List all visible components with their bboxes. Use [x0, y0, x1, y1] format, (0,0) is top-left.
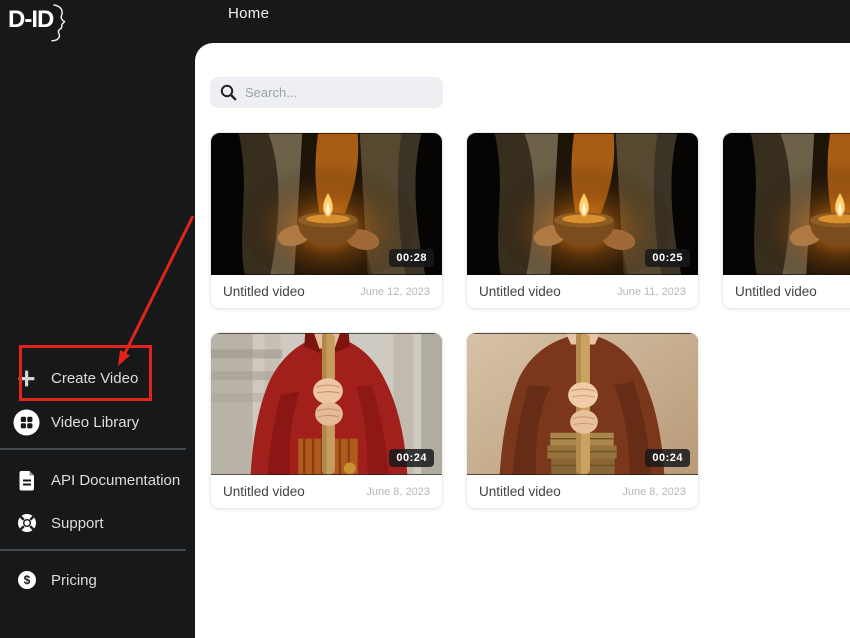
sidebar-item-label: Pricing	[51, 572, 97, 589]
video-title: Untitled video	[735, 284, 817, 299]
duration-badge: 00:24	[389, 449, 434, 467]
sidebar-item-create-video[interactable]: Create Video	[0, 359, 193, 397]
search-box[interactable]	[210, 77, 443, 108]
video-date: June 11, 2023	[617, 286, 686, 298]
sidebar-divider	[0, 549, 186, 551]
duration-badge: 00:28	[389, 249, 434, 267]
video-date: June 8, 2023	[366, 486, 430, 498]
video-card[interactable]: 00:24 Untitled video June 8, 2023	[466, 332, 699, 509]
sidebar: Create Video Video Library API Documenta…	[0, 0, 193, 638]
video-date: June 12, 2023	[360, 286, 430, 298]
sidebar-item-support[interactable]: Support	[0, 504, 193, 542]
sidebar-item-label: Video Library	[51, 414, 139, 431]
main-content-panel: 00:28 Untitled video June 12, 2023 00:25…	[195, 43, 850, 638]
video-card-footer: Untitled video June 8, 2023	[467, 475, 698, 508]
video-thumbnail: 00:24	[211, 333, 442, 475]
sidebar-item-label: API Documentation	[51, 472, 180, 489]
video-card[interactable]: Untitled video	[722, 132, 850, 309]
sidebar-item-pricing[interactable]: $ Pricing	[0, 561, 193, 599]
video-title: Untitled video	[479, 284, 561, 299]
video-card-footer: Untitled video June 11, 2023	[467, 275, 698, 308]
svg-text:$: $	[23, 573, 30, 587]
sidebar-item-api-documentation[interactable]: API Documentation	[0, 461, 193, 499]
document-icon	[13, 470, 40, 491]
video-card[interactable]: 00:28 Untitled video June 12, 2023	[210, 132, 443, 309]
video-thumbnail	[723, 133, 850, 275]
video-thumbnail: 00:25	[467, 133, 698, 275]
video-title: Untitled video	[479, 484, 561, 499]
duration-badge: 00:25	[645, 249, 690, 267]
sidebar-item-label: Create Video	[51, 370, 138, 387]
sidebar-divider	[0, 448, 186, 450]
duration-badge: 00:24	[645, 449, 690, 467]
lifebuoy-icon	[13, 513, 40, 533]
video-title: Untitled video	[223, 284, 305, 299]
search-input[interactable]	[245, 85, 433, 100]
monk-lamp-thumbnail-image	[723, 133, 850, 275]
plus-icon	[13, 369, 40, 388]
video-date: June 8, 2023	[622, 486, 686, 498]
page-title: Home	[228, 5, 269, 22]
sidebar-item-video-library[interactable]: Video Library	[0, 403, 193, 441]
video-thumbnail: 00:24	[467, 333, 698, 475]
grid-icon	[13, 409, 40, 436]
video-card[interactable]: 00:25 Untitled video June 11, 2023	[466, 132, 699, 309]
dollar-icon: $	[13, 570, 40, 590]
video-card-footer: Untitled video	[723, 275, 850, 308]
video-title: Untitled video	[223, 484, 305, 499]
video-thumbnail: 00:28	[211, 133, 442, 275]
sidebar-item-label: Support	[51, 515, 104, 532]
video-card-footer: Untitled video June 8, 2023	[211, 475, 442, 508]
video-card-footer: Untitled video June 12, 2023	[211, 275, 442, 308]
search-icon	[220, 84, 237, 101]
video-card[interactable]: 00:24 Untitled video June 8, 2023	[210, 332, 443, 509]
